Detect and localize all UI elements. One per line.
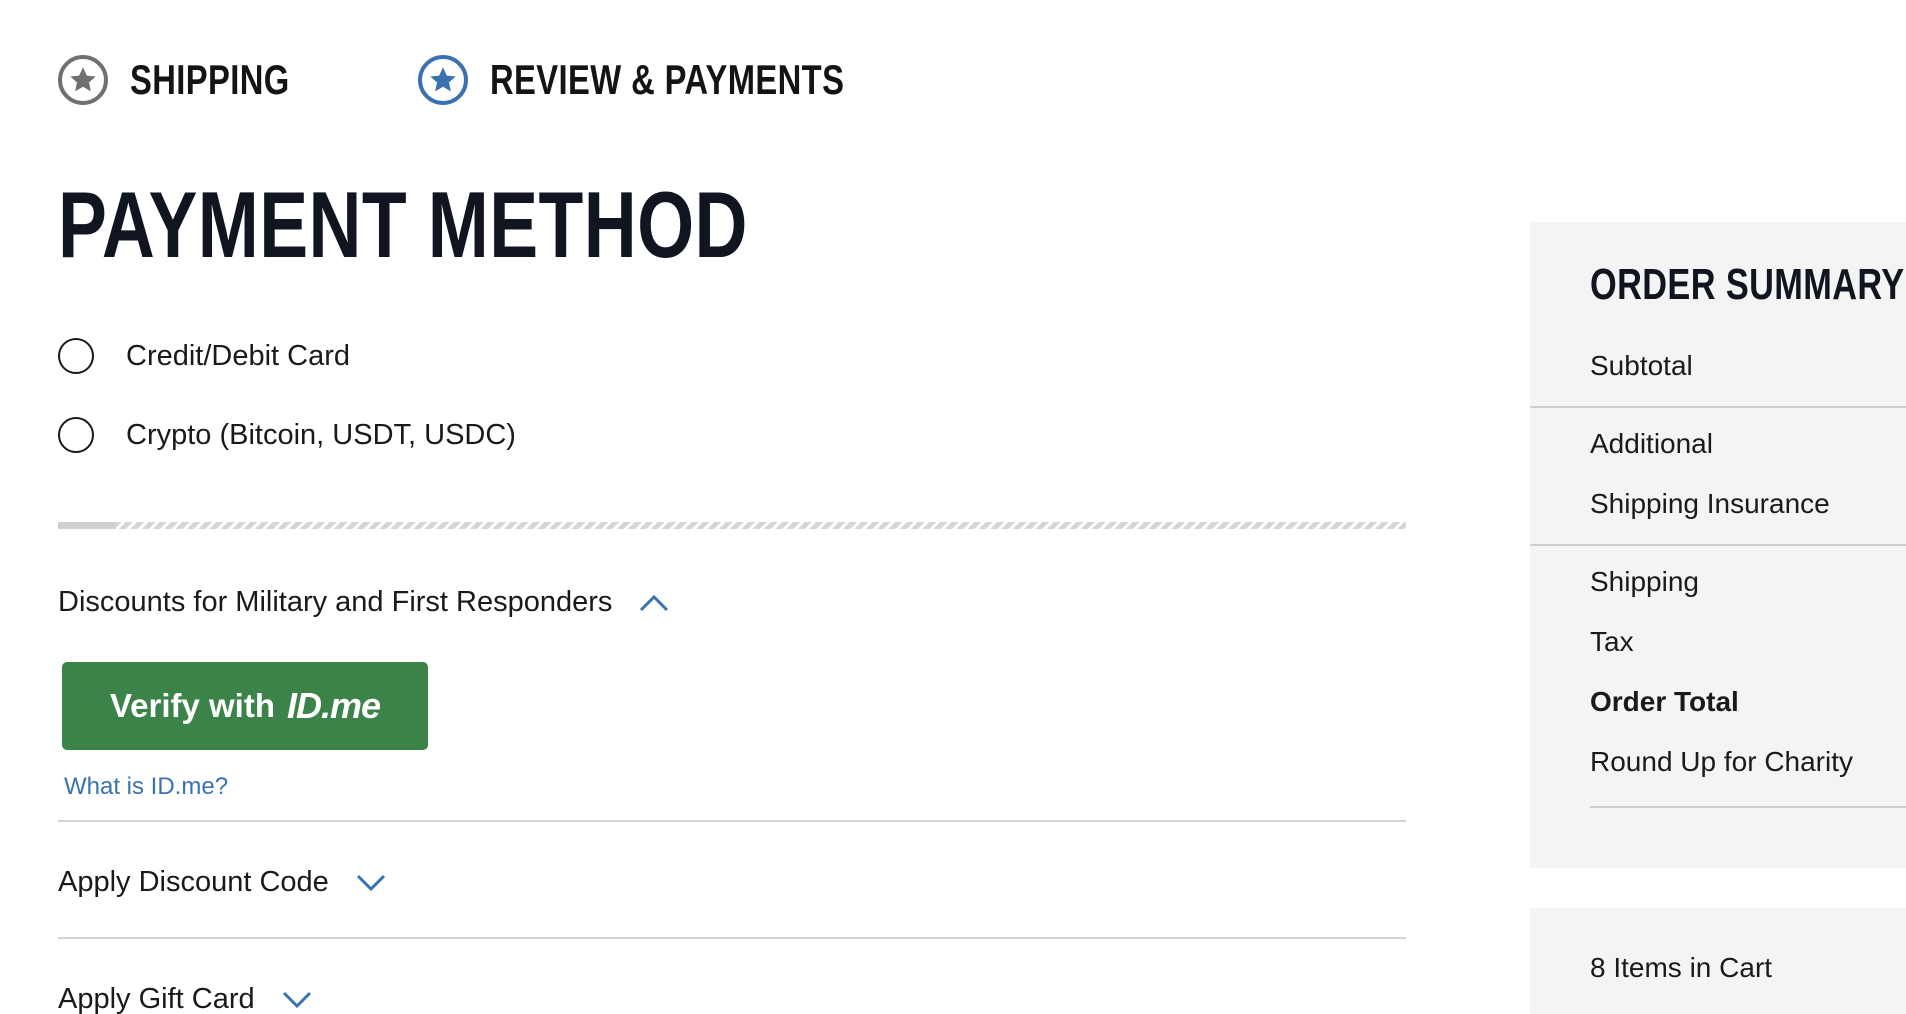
- checkout-steps: SHIPPING REVIEW & PAYMENTS: [58, 54, 968, 106]
- divider: [58, 820, 1406, 822]
- order-summary-panel: ORDER SUMMARY Subtotal Additional Shippi…: [1530, 222, 1906, 868]
- idme-logo: ID.me: [287, 685, 381, 726]
- summary-round-up-charity[interactable]: Round Up for Charity: [1590, 746, 1853, 778]
- payment-option-crypto[interactable]: Crypto (Bitcoin, USDT, USDC): [58, 417, 516, 453]
- step-review-payments[interactable]: REVIEW & PAYMENTS: [418, 55, 910, 105]
- summary-shipping: Shipping: [1590, 566, 1699, 597]
- military-discount-label: Discounts for Military and First Respond…: [58, 586, 613, 618]
- what-is-idme-link[interactable]: What is ID.me?: [64, 773, 228, 801]
- summary-shipping-insurance: Shipping Insurance: [1590, 488, 1830, 519]
- summary-divider: [1530, 544, 1906, 546]
- chevron-down-icon: [282, 991, 311, 1008]
- apply-gift-card-label: Apply Gift Card: [58, 983, 255, 1014]
- payment-option-label: Crypto (Bitcoin, USDT, USDC): [126, 418, 516, 451]
- section-divider: [58, 522, 1406, 529]
- summary-subtotal: Subtotal: [1590, 350, 1693, 381]
- summary-tax: Tax: [1590, 626, 1634, 657]
- apply-discount-code-toggle[interactable]: Apply Discount Code: [58, 866, 387, 899]
- step-review-payments-label: REVIEW & PAYMENTS: [490, 56, 845, 103]
- step-shipping-label: SHIPPING: [130, 56, 290, 103]
- apply-discount-code-label: Apply Discount Code: [58, 866, 329, 898]
- payment-option-label: Credit/Debit Card: [126, 339, 351, 372]
- radio-crypto[interactable]: [58, 417, 94, 453]
- star-icon: [58, 55, 108, 105]
- star-icon: [418, 55, 468, 105]
- verify-idme-button[interactable]: Verify with ID.me: [62, 662, 428, 750]
- summary-additional: Additional: [1590, 428, 1713, 459]
- order-summary-title: ORDER SUMMARY: [1590, 260, 1905, 309]
- step-shipping[interactable]: SHIPPING: [58, 55, 360, 105]
- summary-order-total: Order Total: [1590, 686, 1739, 717]
- radio-credit-card[interactable]: [58, 338, 94, 374]
- payment-option-card[interactable]: Credit/Debit Card: [58, 338, 350, 374]
- cart-item-count: 8 Items in Cart: [1590, 952, 1773, 983]
- divider: [58, 937, 1406, 939]
- summary-divider: [1590, 806, 1906, 808]
- verify-label: Verify with: [109, 687, 275, 724]
- chevron-up-icon: [640, 594, 669, 611]
- apply-gift-card-toggle[interactable]: Apply Gift Card: [58, 983, 313, 1014]
- summary-divider: [1530, 406, 1906, 408]
- page-title: PAYMENT METHOD: [58, 172, 748, 277]
- chevron-down-icon: [356, 874, 385, 891]
- military-discount-toggle[interactable]: Discounts for Military and First Respond…: [58, 586, 670, 619]
- cart-panel[interactable]: 8 Items in Cart: [1530, 908, 1906, 1014]
